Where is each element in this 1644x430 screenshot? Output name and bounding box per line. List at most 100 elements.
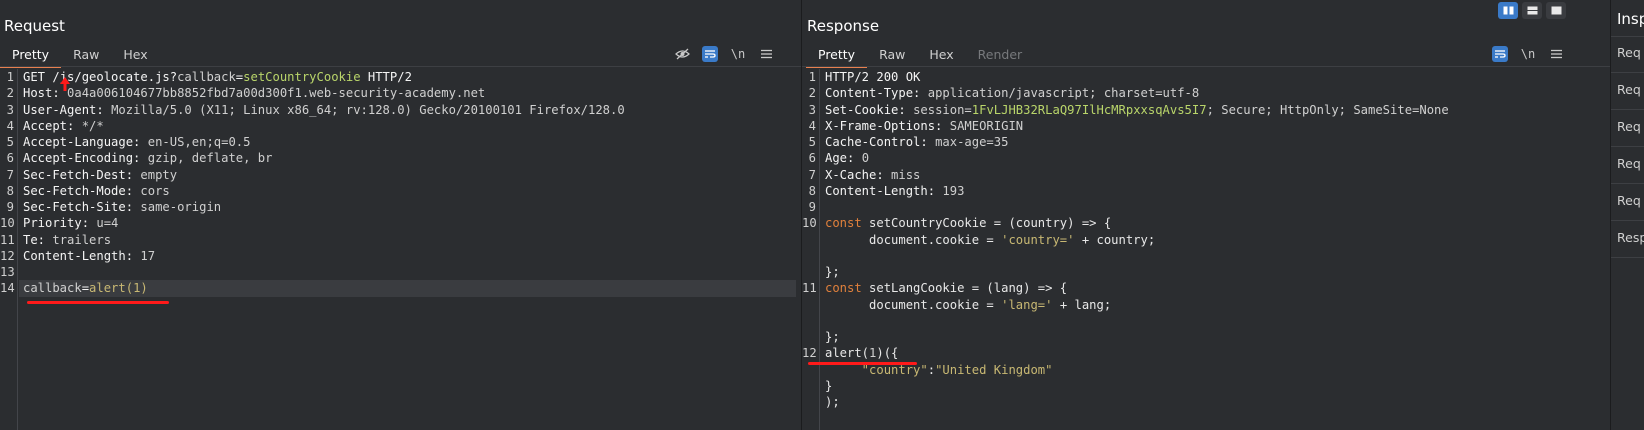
line-number: 6 [808,151,816,166]
response-menu-icon[interactable] [1548,46,1564,62]
code-token: Mozilla/5.0 (X11; Linux x86_64; rv:128.0… [111,102,625,117]
code-text: Accept-Language: en-US,en;q=0.5 [23,134,250,151]
response-word-wrap-toggle-icon[interactable] [1492,46,1508,62]
split-horizontal-icon[interactable] [1498,2,1518,19]
inspector-divider [1611,257,1644,258]
code-token: X-Frame-Options: [825,118,950,133]
split-vertical-icon[interactable] [1522,2,1542,19]
newline-toggle-icon[interactable]: \n [730,46,746,62]
code-token: const [825,216,870,231]
response-newline-toggle-icon[interactable]: \n [1520,46,1536,62]
inspector-item-request-cookies[interactable]: Req [1617,156,1641,171]
code-token: alert(1) [89,281,148,296]
code-text: }; [825,329,840,346]
code-token: u=4 [96,216,119,231]
request-title: Request [4,17,65,35]
code-token: = [81,281,90,296]
response-tab-pretty[interactable]: Pretty [806,44,868,68]
code-text: alert(1)({ [825,345,898,362]
code-token: gzip, deflate, br [147,151,273,166]
code-token: application/javascript; charset=utf-8 [927,86,1200,101]
code-text: X-Frame-Options: SAMEORIGIN [825,118,1023,135]
code-token: miss [891,167,921,182]
code-token: setCountryCookie [243,70,361,84]
request-tab-pretty[interactable]: Pretty [0,44,62,68]
code-token: Content-Length: [825,183,943,198]
code-text: Sec-Fetch-Dest: empty [23,167,177,184]
code-token: User-Agent: [23,102,112,117]
response-editor[interactable]: 1 HTTP/2 200 OK 2 Content-Type: application… [802,69,1610,430]
code-text: const setCountryCookie = (country) => { [825,215,1111,232]
inspector-divider [1611,109,1644,110]
request-pane: Request Pretty Raw Hex \n 1 GET /js/geolo… [0,0,801,430]
single-view-icon[interactable] [1546,2,1566,19]
code-token: Set-Cookie: [825,102,914,117]
request-editor[interactable]: 1 GET /js/geolocate.js?callback=setCountr… [0,69,801,430]
annotation-arrow-icon [59,77,71,94]
line-number: 3 [808,102,816,117]
response-tab-divider [802,66,1610,67]
code-token: setLangCookie = (lang) => { [869,281,1068,296]
inspector-item-request-query[interactable]: Req [1617,82,1641,97]
code-token: 'country=' [1001,232,1075,247]
inspector-item-request-headers[interactable]: Req [1617,193,1641,208]
code-token: Cache-Control: [825,135,936,149]
inspector-item-response-headers[interactable]: Resp [1617,230,1644,245]
response-tab-hex[interactable]: Hex [917,44,965,66]
inspector-divider [1611,72,1644,73]
line-number: 4 [808,118,816,133]
code-text: GET /js/geolocate.js?callback=setCountry… [23,69,412,86]
code-text: callback=alert(1) [23,280,148,297]
inspector-item-request-body[interactable]: Req [1617,119,1641,134]
code-text: document.cookie = 'country=' + country; [825,232,1155,249]
code-token: 1FvLJHB32RLaQ97IlHcMRpxxsqAvs5I7 [971,102,1207,117]
request-tab-hex[interactable]: Hex [111,44,159,66]
line-number: 7 [808,167,816,182]
inspector-title: Insp [1617,10,1644,28]
code-text: Set-Cookie: session=1FvLJHB32RLaQ97IlHcM… [825,102,1449,119]
code-text: Te: trailers [23,232,111,249]
code-text: Accept: */* [23,118,104,135]
line-number: 3 [6,102,14,117]
code-token: session= [913,102,972,117]
code-text: Content-Length: 193 [825,183,964,200]
response-tab-raw[interactable]: Raw [867,44,917,66]
code-token: HTTP/2 [360,70,412,84]
code-text: Age: 0 [825,150,869,167]
inspector-divider [1611,183,1644,184]
code-text: }; [825,264,840,281]
code-token: Accept: [23,118,82,133]
request-tab-raw[interactable]: Raw [61,44,111,66]
line-number: 1 [808,70,816,84]
hide-nonprintable-icon[interactable] [674,46,690,62]
line-number: 5 [808,135,816,149]
response-pane: Response Pretty Raw Hex Render \n 1 HTTP/… [802,0,1610,430]
line-number: 8 [808,183,816,198]
code-token: : [927,362,936,377]
line-number: 1 [6,70,14,84]
line-number: 8 [6,183,14,198]
menu-icon[interactable] [758,46,774,62]
code-token: Accept-Encoding: [23,151,148,166]
request-tabs: Pretty Raw Hex [0,44,160,68]
word-wrap-toggle-icon[interactable] [702,46,718,62]
code-token: setCountryCookie = (country) => { [869,216,1112,231]
code-token: GET /js/geolocate.js? [23,70,178,84]
response-title: Response [807,17,880,35]
code-token: + lang; [1052,297,1112,312]
code-token: Content-Length: [23,248,141,263]
response-toolbar: \n [1492,44,1564,64]
code-token: }; [825,330,840,344]
code-text: Sec-Fetch-Site: same-origin [23,199,221,216]
line-number: 2 [6,86,14,101]
code-text: Priority: u=4 [23,215,118,232]
line-number: 7 [6,167,14,182]
code-token: max-age=35 [935,135,1009,149]
code-text: Content-Length: 17 [23,248,155,265]
inspector-item-request-attributes[interactable]: Req [1617,45,1641,60]
code-token: Content-Type: [825,86,928,101]
code-token: alert( [825,346,870,361]
code-text: document.cookie = 'lang=' + lang; [825,297,1111,314]
code-token: callback [177,70,236,84]
code-text: Sec-Fetch-Mode: cors [23,183,170,200]
